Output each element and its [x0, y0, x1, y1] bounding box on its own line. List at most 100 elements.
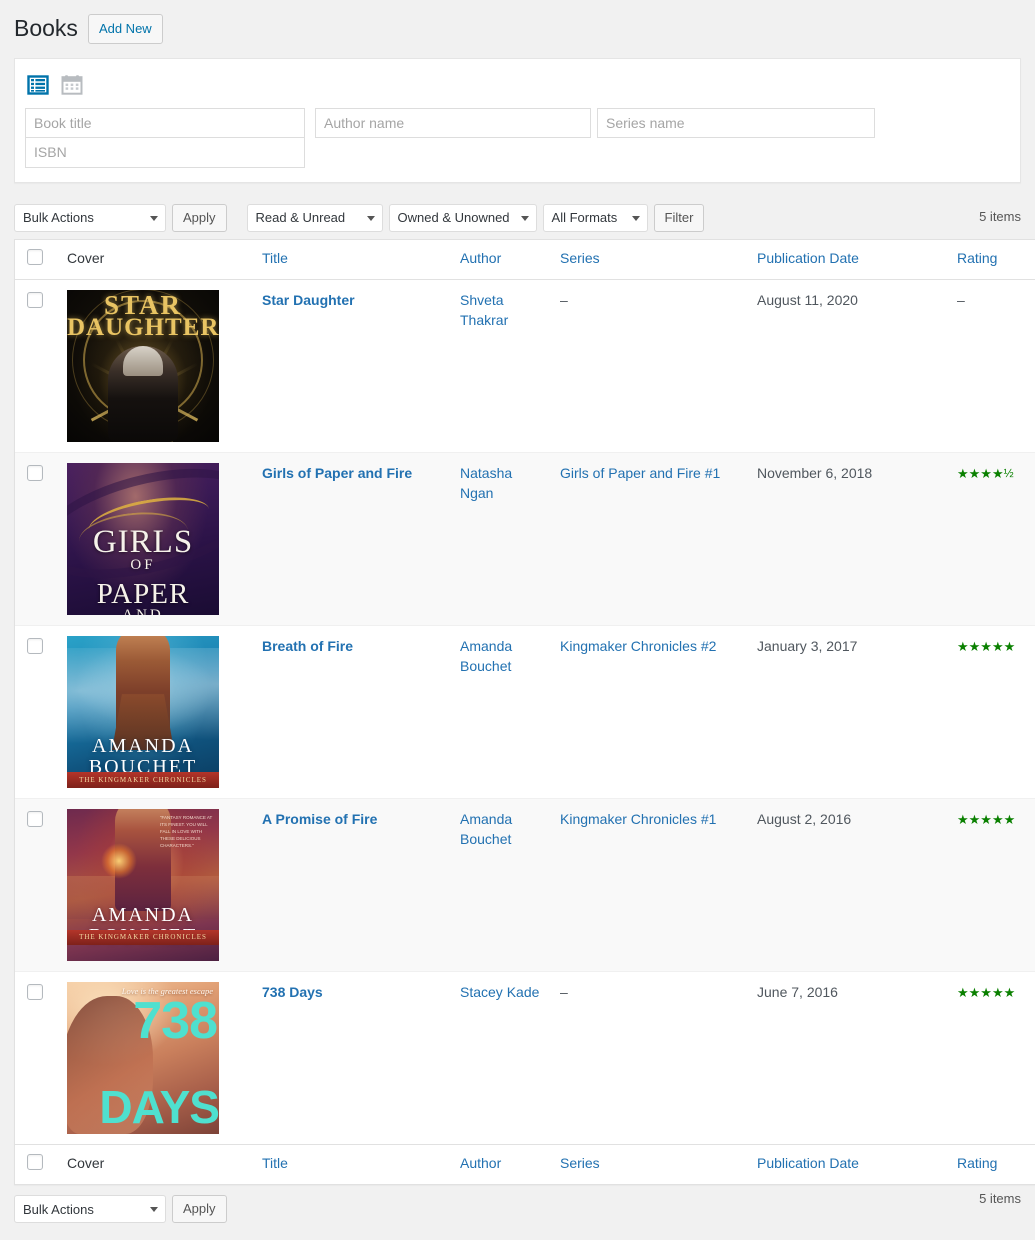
book-cover-image[interactable]: GIRLS OF PAPER AND: [67, 463, 219, 616]
row-select-cell: [15, 625, 57, 798]
book-title-link[interactable]: Breath of Fire: [262, 638, 353, 654]
publication-date-cell: November 6, 2018: [747, 452, 947, 626]
book-title-link[interactable]: A Promise of Fire: [262, 811, 377, 827]
book-cover-image[interactable]: STAR DAUGHTER: [67, 290, 219, 443]
row-checkbox[interactable]: [27, 638, 43, 655]
book-title-input[interactable]: [25, 107, 305, 138]
items-count-bottom: 5 items: [979, 1191, 1021, 1207]
publication-date-cell: August 11, 2020: [757, 292, 858, 309]
chevron-down-icon: [366, 215, 375, 221]
chevron-down-icon: [150, 215, 158, 221]
filter-button[interactable]: Filter: [653, 203, 705, 232]
sort-rating-link-bottom[interactable]: Rating: [957, 1155, 997, 1171]
author-link[interactable]: Natasha Ngan: [460, 465, 512, 501]
cover-line-4: AND: [122, 607, 164, 616]
column-header-author[interactable]: Author: [450, 239, 550, 281]
sort-rating-link[interactable]: Rating: [957, 250, 997, 266]
sort-author-link[interactable]: Author: [460, 250, 501, 266]
table-footer-row: Cover Title Author Series Publication Da…: [15, 1144, 1035, 1185]
series-link[interactable]: Girls of Paper and Fire #1: [560, 465, 720, 481]
title-isbn-column: [25, 107, 305, 168]
book-title-link[interactable]: Girls of Paper and Fire: [262, 465, 412, 481]
row-select-cell: [15, 971, 57, 1144]
bulk-actions-value-top: Bulk Actions: [23, 210, 94, 226]
row-select-cell: [15, 280, 57, 452]
column-footer-rating[interactable]: Rating: [947, 1144, 1035, 1185]
series-link[interactable]: Kingmaker Chronicles #2: [560, 638, 716, 654]
tablenav-bottom-controls: Bulk Actions Apply: [14, 1195, 227, 1224]
author-column: [315, 107, 591, 168]
author-name-input[interactable]: [315, 107, 591, 138]
sort-date-link[interactable]: Publication Date: [757, 250, 859, 266]
select-all-checkbox-top[interactable]: [27, 248, 43, 265]
column-header-publication-date[interactable]: Publication Date: [747, 239, 947, 281]
series-name-input[interactable]: [597, 107, 875, 138]
column-footer-series[interactable]: Series: [550, 1144, 747, 1185]
column-footer-publication-date[interactable]: Publication Date: [747, 1144, 947, 1185]
row-checkbox[interactable]: [27, 465, 43, 482]
series-cell: Girls of Paper and Fire #1: [550, 452, 747, 626]
cover-cell: Love is the greatest escape 738 DAYS: [57, 971, 252, 1144]
table-row: GIRLS OF PAPER AND Girls of Paper and Fi…: [15, 452, 1035, 626]
row-checkbox[interactable]: [27, 984, 43, 1001]
rating-stars: ★★★★★: [957, 985, 1016, 1001]
sort-title-link[interactable]: Title: [262, 250, 288, 266]
cover-cell: STAR DAUGHTER: [57, 280, 252, 452]
apply-button-bottom[interactable]: Apply: [172, 1195, 227, 1224]
row-checkbox[interactable]: [27, 292, 43, 309]
calendar-view-icon[interactable]: [61, 74, 83, 96]
title-cell: Breath of Fire: [252, 625, 450, 798]
rating-stars: ★★★★½: [957, 466, 1014, 481]
column-footer-title[interactable]: Title: [252, 1144, 450, 1185]
sort-series-link[interactable]: Series: [560, 250, 600, 266]
publication-date-cell: August 2, 2016: [747, 798, 947, 972]
cover-cell: “FANTASY ROMANCE AT ITS FINEST. YOU WILL…: [57, 798, 252, 972]
author-link[interactable]: Amanda Bouchet: [460, 811, 512, 847]
column-header-series[interactable]: Series: [550, 239, 747, 281]
book-title-link[interactable]: 738 Days: [262, 984, 323, 1000]
table-head: Cover Title Author Series Publication Da…: [15, 239, 1035, 281]
sort-date-link-bottom[interactable]: Publication Date: [757, 1155, 859, 1171]
list-view-icon[interactable]: [27, 74, 49, 96]
isbn-input[interactable]: [25, 137, 305, 168]
rating-cell: ★★★★★: [947, 971, 1035, 1144]
series-cell: –: [550, 280, 747, 452]
cover-quote: “FANTASY ROMANCE AT ITS FINEST. YOU WILL…: [160, 815, 213, 848]
row-checkbox[interactable]: [27, 811, 43, 828]
select-all-footer: [15, 1144, 57, 1185]
title-cell: A Promise of Fire: [252, 798, 450, 972]
sort-series-link-bottom[interactable]: Series: [560, 1155, 600, 1171]
items-count-top: 5 items: [979, 208, 1021, 224]
search-panel: [14, 57, 1021, 183]
chevron-down-icon: [150, 1207, 158, 1213]
owned-filter-select[interactable]: Owned & Unowned: [388, 203, 537, 232]
book-title-link[interactable]: Star Daughter: [262, 292, 355, 308]
author-link[interactable]: Amanda Bouchet: [460, 638, 512, 674]
row-select-cell: [15, 452, 57, 626]
sort-author-link-bottom[interactable]: Author: [460, 1155, 501, 1171]
format-filter-select[interactable]: All Formats: [542, 203, 648, 232]
select-all-checkbox-bottom[interactable]: [27, 1154, 43, 1171]
read-filter-select[interactable]: Read & Unread: [246, 203, 383, 232]
book-cover-image[interactable]: Love is the greatest escape 738 DAYS: [67, 982, 219, 1135]
author-cell: Shveta Thakrar: [450, 280, 550, 452]
tablenav-bottom: Bulk Actions Apply 5 items: [14, 1185, 1021, 1229]
author-cell: Amanda Bouchet: [450, 625, 550, 798]
bulk-actions-select-bottom[interactable]: Bulk Actions: [14, 1195, 166, 1224]
book-cover-image[interactable]: AMANDA BOUCHET THE KINGMAKER CHRONICLES: [67, 636, 219, 789]
chevron-down-icon: [520, 215, 529, 221]
add-new-button[interactable]: Add New: [87, 14, 163, 44]
author-link[interactable]: Stacey Kade: [460, 984, 539, 1000]
column-footer-author[interactable]: Author: [450, 1144, 550, 1185]
column-header-title[interactable]: Title: [252, 239, 450, 281]
series-link[interactable]: Kingmaker Chronicles #1: [560, 811, 716, 827]
bulk-actions-select-top[interactable]: Bulk Actions: [14, 203, 166, 232]
series-cell: Kingmaker Chronicles #2: [550, 625, 747, 798]
rating-stars: ★★★★★: [957, 639, 1016, 655]
book-cover-image[interactable]: “FANTASY ROMANCE AT ITS FINEST. YOU WILL…: [67, 809, 219, 962]
author-link[interactable]: Shveta Thakrar: [460, 292, 508, 328]
owned-filter-value: Owned & Unowned: [397, 210, 510, 226]
apply-button-top[interactable]: Apply: [172, 203, 227, 232]
column-header-rating[interactable]: Rating: [947, 239, 1035, 281]
sort-title-link-bottom[interactable]: Title: [262, 1155, 288, 1171]
